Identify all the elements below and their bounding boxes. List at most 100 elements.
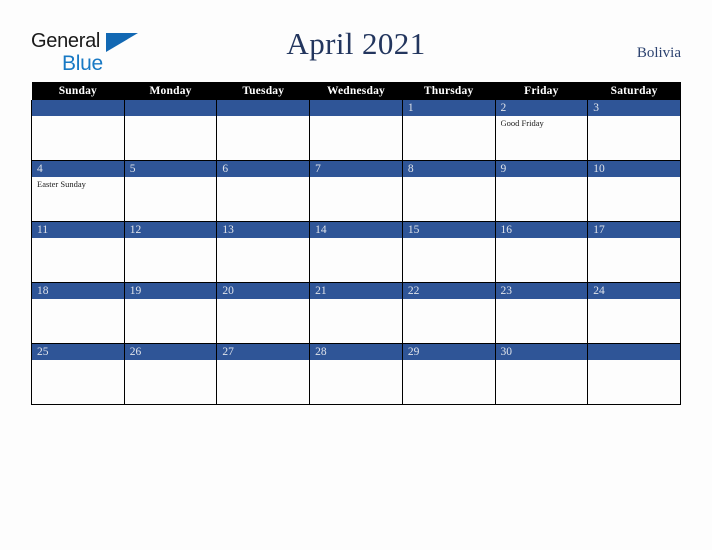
day-number: 23 (496, 283, 587, 299)
day-events (589, 116, 680, 118)
calendar-day-cell[interactable]: 26 (123, 343, 218, 405)
calendar-day-cell[interactable]: 12 (123, 221, 218, 283)
day-number: 20 (217, 283, 309, 299)
calendar-day-cell[interactable]: 27 (216, 343, 311, 405)
day-events (125, 238, 216, 240)
day-number: 11 (32, 222, 124, 238)
calendar-day-cell[interactable]: 4 Easter Sunday (31, 160, 125, 222)
holiday-label: Good Friday (500, 118, 544, 128)
day-events (589, 238, 680, 240)
calendar-empty-cell[interactable] (216, 100, 311, 161)
calendar-day-cell[interactable]: 5 (123, 160, 218, 222)
calendar-day-cell[interactable]: 30 (494, 343, 589, 405)
calendar-day-cell[interactable]: 3 (587, 100, 681, 161)
calendar-week-row: 18 19 20 21 22 23 24 (31, 282, 681, 344)
calendar-header-row: Sunday Monday Tuesday Wednesday Thursday Frid… (31, 82, 681, 100)
calendar-day-cell[interactable]: 18 (31, 282, 125, 344)
day-number: 22 (403, 283, 495, 299)
day-number: 8 (403, 161, 495, 177)
day-events (403, 116, 494, 118)
day-events: Easter Sunday (32, 177, 123, 190)
day-number: 19 (125, 283, 216, 299)
day-events (496, 360, 587, 362)
calendar-day-cell[interactable]: 29 (401, 343, 496, 405)
calendar-day-cell[interactable]: 6 (216, 160, 311, 222)
calendar-day-cell[interactable]: 20 (216, 282, 311, 344)
day-number: 16 (496, 222, 587, 238)
day-events (589, 177, 680, 179)
calendar-empty-cell[interactable] (123, 100, 218, 161)
day-events (496, 177, 587, 179)
page-header: General Blue April 2021 Bolivia (0, 0, 712, 82)
calendar-day-cell[interactable]: 17 (587, 221, 681, 283)
day-events (32, 238, 123, 240)
day-events (403, 360, 494, 362)
day-events (496, 299, 587, 301)
day-events (311, 116, 402, 118)
calendar-empty-cell[interactable] (309, 100, 403, 161)
day-events (311, 360, 402, 362)
calendar-body: 1 2 Good Friday 3 4 Easter Sunday 5 6 7 8 9 10 11 12 1… (31, 100, 681, 405)
calendar-day-cell[interactable]: 15 (401, 221, 496, 283)
calendar-grid: Sunday Monday Tuesday Wednesday Thursday Frid… (31, 82, 681, 405)
day-number (217, 100, 309, 116)
weekday-header-tuesday: Tuesday (216, 82, 310, 100)
calendar-day-cell[interactable]: 14 (309, 221, 403, 283)
day-events (589, 360, 680, 362)
day-events (125, 116, 216, 118)
calendar-day-cell[interactable]: 23 (494, 282, 589, 344)
day-number: 1 (403, 100, 495, 116)
day-events (32, 299, 123, 301)
calendar-day-cell[interactable]: 22 (401, 282, 496, 344)
calendar-day-cell[interactable]: 16 (494, 221, 589, 283)
day-events (125, 299, 216, 301)
day-events (403, 177, 494, 179)
calendar-empty-cell[interactable] (587, 343, 681, 405)
day-events (32, 360, 123, 362)
day-number: 17 (588, 222, 680, 238)
calendar-day-cell[interactable]: 25 (31, 343, 125, 405)
day-events (218, 299, 309, 301)
calendar-day-cell[interactable]: 10 (587, 160, 681, 222)
calendar-day-cell[interactable]: 1 (401, 100, 496, 161)
day-number (310, 100, 402, 116)
day-events (125, 360, 216, 362)
day-events (589, 299, 680, 301)
calendar-day-cell[interactable]: 7 (309, 160, 403, 222)
day-number: 26 (125, 344, 216, 360)
day-events (32, 116, 123, 118)
weekday-header-saturday: Saturday (587, 82, 681, 100)
calendar-week-row: 25 26 27 28 29 30 (31, 343, 681, 405)
weekday-header-sunday: Sunday (31, 82, 125, 100)
calendar-empty-cell[interactable] (31, 100, 125, 161)
calendar-day-cell[interactable]: 8 (401, 160, 496, 222)
calendar-day-cell[interactable]: 21 (309, 282, 403, 344)
day-number: 25 (32, 344, 124, 360)
weekday-header-wednesday: Wednesday (309, 82, 403, 100)
day-number: 29 (403, 344, 495, 360)
day-events (311, 177, 402, 179)
weekday-header-monday: Monday (124, 82, 217, 100)
day-number: 2 (496, 100, 587, 116)
day-number: 7 (310, 161, 402, 177)
calendar-day-cell[interactable]: 28 (309, 343, 403, 405)
day-number: 13 (217, 222, 309, 238)
calendar-day-cell[interactable]: 11 (31, 221, 125, 283)
day-events (311, 299, 402, 301)
calendar-day-cell[interactable]: 2 Good Friday (494, 100, 589, 161)
calendar-day-cell[interactable]: 24 (587, 282, 681, 344)
day-number: 30 (496, 344, 587, 360)
page-title: April 2021 (286, 26, 426, 61)
calendar-day-cell[interactable]: 13 (216, 221, 311, 283)
day-number: 12 (125, 222, 216, 238)
calendar-day-cell[interactable]: 9 (494, 160, 589, 222)
day-events (218, 116, 309, 118)
day-number (588, 344, 680, 360)
calendar-day-cell[interactable]: 19 (123, 282, 218, 344)
day-events: Good Friday (496, 116, 587, 129)
day-number: 4 (32, 161, 124, 177)
day-number (125, 100, 216, 116)
day-number: 10 (588, 161, 680, 177)
holiday-label: Easter Sunday (37, 179, 86, 189)
day-number: 24 (588, 283, 680, 299)
